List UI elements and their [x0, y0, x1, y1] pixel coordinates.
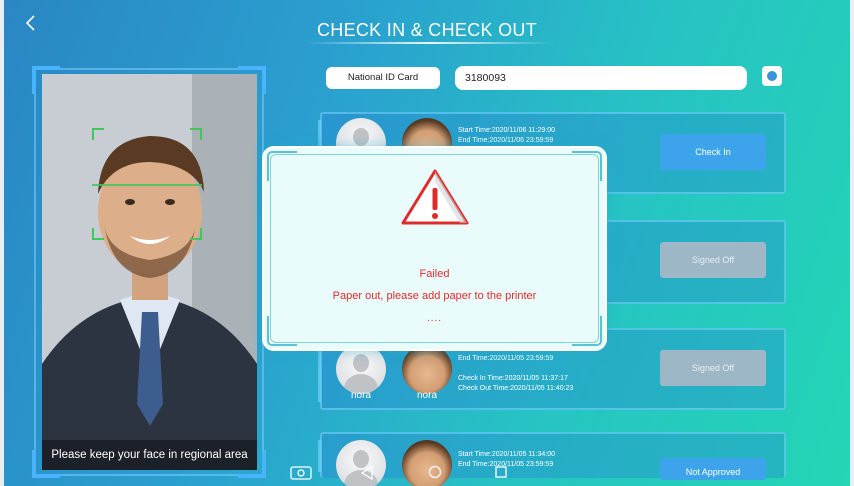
record-card: Start Time:2020/11/05 11:34:00 End Time:…	[318, 432, 786, 486]
not-approved-button[interactable]: Not Approved	[660, 458, 766, 480]
error-dialog: Failed Paper out, please add paper to th…	[264, 148, 605, 349]
id-number-input[interactable]: 3180093	[455, 66, 747, 90]
face-frame-corner	[92, 228, 104, 240]
warning-triangle-icon	[401, 169, 469, 225]
person-name: nora	[416, 390, 437, 401]
dialog-status: Failed	[419, 268, 450, 280]
top-bar: CHECK IN & CHECK OUT	[4, 0, 850, 44]
dialog-corner	[572, 151, 602, 181]
check-in-time: Check In Time:2020/11/05 11:37:17	[458, 375, 568, 382]
captured-photo	[402, 440, 452, 486]
dialog-message: Paper out, please add paper to the print…	[332, 290, 537, 302]
camera-icon[interactable]	[290, 464, 312, 480]
start-time: Start Time:2020/11/05 11:34:00	[458, 451, 556, 458]
search-button[interactable]	[762, 66, 782, 86]
avatar-placeholder	[336, 344, 386, 394]
signed-off-button[interactable]: Signed Off	[660, 242, 766, 278]
nav-home-icon[interactable]	[428, 465, 442, 479]
dialog-corner	[267, 151, 297, 181]
page-title: CHECK IN & CHECK OUT	[316, 20, 538, 40]
title-underline	[305, 42, 555, 44]
dialog-loading-dots: ....	[426, 313, 443, 324]
end-time: End Time:2020/11/06 23:59:59	[458, 137, 554, 144]
face-detection-frame	[92, 128, 202, 240]
face-frame-corner	[190, 128, 202, 140]
start-time: Start Time:2020/11/06 11:29:00	[458, 127, 556, 134]
face-frame-corner	[190, 228, 202, 240]
signed-off-button[interactable]: Signed Off	[660, 350, 766, 386]
end-time: End Time:2020/11/05 23:59:59	[458, 355, 554, 362]
check-out-time: Check Out Time:2020/11/05 11:40:23	[458, 385, 574, 392]
nav-back-icon[interactable]	[360, 466, 374, 480]
face-scan-line	[92, 184, 202, 186]
face-frame-corner	[92, 128, 104, 140]
person-name: nora	[350, 390, 371, 401]
id-type-select[interactable]: National ID Card	[326, 67, 440, 89]
search-dot-icon	[767, 71, 777, 81]
check-in-button[interactable]: Check In	[660, 134, 766, 170]
nav-recent-icon[interactable]	[494, 465, 508, 479]
captured-photo	[402, 344, 452, 394]
camera-hint: Please keep your face in regional area	[42, 440, 257, 470]
